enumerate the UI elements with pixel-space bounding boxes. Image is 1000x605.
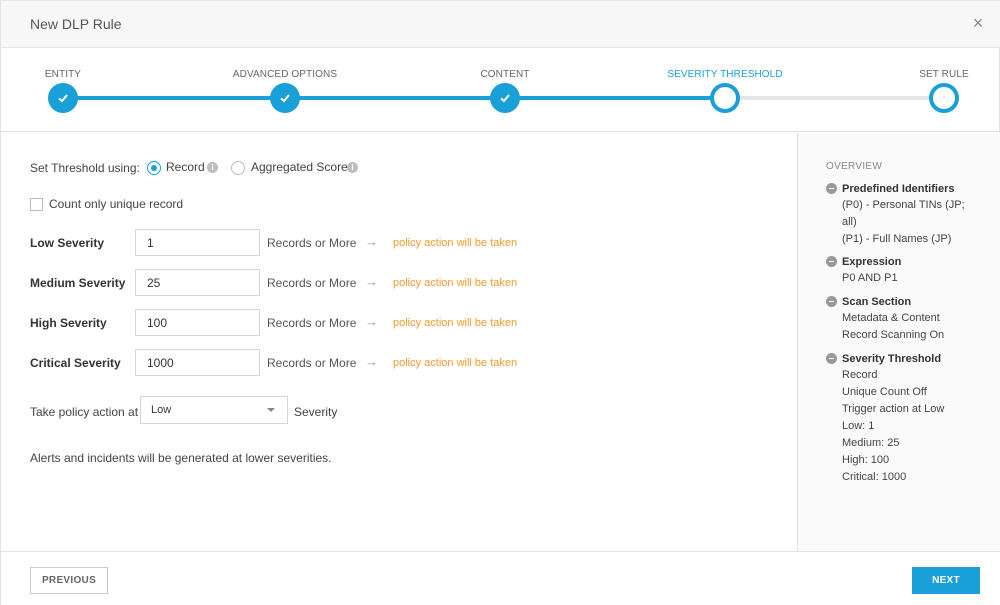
previous-button[interactable]: PREVIOUS bbox=[30, 567, 108, 594]
progress-track-remaining bbox=[725, 96, 945, 100]
modal-title: New DLP Rule bbox=[30, 16, 122, 32]
policy-action-severity-select[interactable]: Low bbox=[140, 396, 288, 424]
critical-severity-label: Critical Severity bbox=[30, 356, 121, 370]
records-or-more-text: Records or More bbox=[267, 236, 357, 250]
modal-footer: PREVIOUS NEXT bbox=[1, 551, 1000, 605]
alerts-note: Alerts and incidents will be generated a… bbox=[30, 451, 332, 465]
severity-threshold-form: Set Threshold using: Record i Aggregated… bbox=[1, 133, 797, 551]
collapse-icon[interactable] bbox=[826, 256, 837, 267]
arrow-right-icon: → bbox=[365, 314, 378, 329]
checkmark-icon bbox=[500, 94, 510, 103]
radio-aggregated-score-label[interactable]: Aggregated Score bbox=[251, 160, 348, 174]
progress-track-complete bbox=[63, 96, 725, 100]
unique-record-label[interactable]: Count only unique record bbox=[49, 197, 183, 211]
new-dlp-rule-modal: New DLP Rule × ENTITY ADVANCED OPTIONS C… bbox=[0, 0, 1000, 605]
step-label-entity: ENTITY bbox=[44, 69, 82, 80]
step-label-set-rule: SET RULE bbox=[919, 69, 969, 80]
low-severity-input[interactable] bbox=[135, 229, 260, 256]
collapse-icon[interactable] bbox=[826, 353, 837, 364]
close-icon[interactable]: × bbox=[968, 13, 988, 33]
overview-line: (P0) - Personal TINs (JP; bbox=[842, 199, 965, 211]
unique-record-checkbox[interactable] bbox=[30, 198, 43, 211]
step-node-severity-threshold bbox=[710, 83, 740, 113]
overview-line: Record bbox=[842, 369, 878, 381]
overview-line: Trigger action at Low bbox=[842, 403, 945, 415]
section-heading: Severity Threshold bbox=[842, 353, 942, 365]
overview-section-scan-section: Scan Section Metadata & Content Record S… bbox=[826, 294, 986, 344]
modal-header: New DLP Rule × bbox=[1, 1, 1000, 48]
policy-action-text: policy action will be taken bbox=[393, 277, 518, 289]
overview-panel: OVERVIEW Predefined Identifiers (P0) - P… bbox=[797, 133, 1000, 551]
step-label-advanced-options: ADVANCED OPTIONS bbox=[232, 69, 338, 80]
low-severity-label: Low Severity bbox=[30, 236, 105, 250]
arrow-right-icon: → bbox=[365, 354, 378, 369]
step-label-severity-threshold: SEVERITY THRESHOLD bbox=[667, 69, 783, 80]
arrow-right-icon: → bbox=[365, 274, 378, 289]
step-node-content[interactable] bbox=[490, 83, 520, 113]
checkmark-icon bbox=[280, 94, 290, 103]
overview-line: Critical: 1000 bbox=[842, 471, 907, 483]
step-node-entity[interactable] bbox=[48, 83, 78, 113]
policy-action-text: policy action will be taken bbox=[393, 357, 518, 369]
caret-down-icon bbox=[267, 408, 275, 412]
take-policy-action-label: Take policy action at bbox=[30, 405, 139, 419]
overview-line: all) bbox=[842, 216, 857, 228]
info-icon[interactable]: i bbox=[347, 162, 358, 173]
overview-title: OVERVIEW bbox=[826, 161, 883, 172]
wizard-stepper: ENTITY ADVANCED OPTIONS CONTENT SEVERITY… bbox=[1, 48, 1000, 132]
step-label-content: CONTENT bbox=[480, 69, 530, 80]
section-heading: Predefined Identifiers bbox=[842, 183, 955, 195]
critical-severity-input[interactable] bbox=[135, 349, 260, 376]
radio-aggregated-score[interactable] bbox=[231, 161, 245, 175]
overview-section-severity-threshold: Severity Threshold Record Unique Count O… bbox=[826, 351, 986, 486]
radio-record-label[interactable]: Record bbox=[166, 160, 205, 174]
high-severity-label: High Severity bbox=[30, 316, 107, 330]
step-node-set-rule bbox=[929, 83, 959, 113]
overview-line: Metadata & Content bbox=[842, 312, 940, 324]
policy-action-text: policy action will be taken bbox=[393, 317, 518, 329]
section-heading: Expression bbox=[842, 256, 902, 268]
next-button[interactable]: NEXT bbox=[912, 567, 980, 594]
section-heading: Scan Section bbox=[842, 296, 912, 308]
records-or-more-text: Records or More bbox=[267, 276, 357, 290]
overview-section-expression: Expression P0 AND P1 bbox=[826, 254, 986, 287]
overview-line: Unique Count Off bbox=[842, 386, 927, 398]
overview-line: (P1) - Full Names (JP) bbox=[842, 233, 952, 245]
select-value: Low bbox=[151, 404, 172, 416]
severity-text: Severity bbox=[294, 405, 338, 419]
records-or-more-text: Records or More bbox=[267, 316, 357, 330]
policy-action-text: policy action will be taken bbox=[393, 237, 518, 249]
collapse-icon[interactable] bbox=[826, 296, 837, 307]
records-or-more-text: Records or More bbox=[267, 356, 357, 370]
arrow-right-icon: → bbox=[365, 234, 378, 249]
medium-severity-input[interactable] bbox=[135, 269, 260, 296]
overview-section-predefined-identifiers: Predefined Identifiers (P0) - Personal T… bbox=[826, 181, 986, 248]
overview-line: Low: 1 bbox=[842, 420, 875, 432]
threshold-using-label: Set Threshold using: bbox=[30, 161, 140, 175]
radio-record[interactable] bbox=[147, 161, 161, 175]
overview-line: High: 100 bbox=[842, 454, 890, 466]
high-severity-input[interactable] bbox=[135, 309, 260, 336]
step-node-advanced-options[interactable] bbox=[270, 83, 300, 113]
medium-severity-label: Medium Severity bbox=[30, 276, 126, 290]
checkmark-icon bbox=[58, 94, 68, 103]
collapse-icon[interactable] bbox=[826, 183, 837, 194]
overview-line: P0 AND P1 bbox=[842, 272, 898, 284]
overview-line: Record Scanning On bbox=[842, 329, 945, 341]
info-icon[interactable]: i bbox=[207, 162, 218, 173]
overview-line: Medium: 25 bbox=[842, 437, 900, 449]
